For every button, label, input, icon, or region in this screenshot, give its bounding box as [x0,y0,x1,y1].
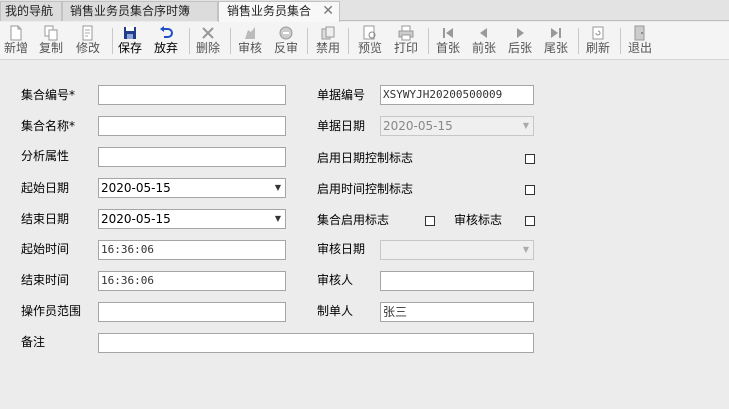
set-enable-flag-checkbox[interactable] [425,216,435,226]
audit-date-select: ▼ [380,240,534,260]
dropdown-arrow-icon[interactable]: ▼ [275,179,281,197]
doc-date-label: 单据日期 [317,119,366,133]
next-button[interactable]: 后张 [502,24,538,58]
new-document-icon [0,24,34,41]
doc-number-label: 单据编号 [317,88,366,102]
maker-label: 制单人 [317,304,354,318]
analysis-attribute-label: 分析属性 [21,149,70,163]
end-date-value: 2020-05-15 [101,212,171,226]
enable-time-control-label: 启用时间控制标志 [317,182,414,196]
maker-input[interactable]: 张三 [380,302,534,322]
tab-salesperson-set-list[interactable]: 销售业务员集合序时簿 [62,1,218,21]
remark-label: 备注 [21,335,46,349]
set-name-input[interactable] [98,116,286,136]
tab-label: 我的导航 [5,4,54,18]
prev-button[interactable]: 前张 [466,24,502,58]
delete-icon [190,24,226,41]
edit-icon [70,24,106,41]
set-enable-flag-label: 集合启用标志 [317,213,390,227]
dropdown-arrow-icon[interactable]: ▼ [275,210,281,228]
undo-icon [148,24,184,41]
start-time-input[interactable]: 16:36:06 [98,240,286,260]
last-record-icon [538,24,574,41]
preview-icon [352,24,388,41]
doc-number-input[interactable]: XSYWYJH20200500009 [380,85,534,105]
tab-label: 销售业务员集合序时簿 [70,4,191,18]
enable-date-control-checkbox[interactable] [525,154,535,164]
set-name-label: 集合名称* [21,119,76,133]
unaudit-icon [268,24,304,41]
set-code-input[interactable] [98,85,286,105]
start-date-select[interactable]: 2020-05-15 ▼ [98,178,286,198]
next-record-icon [502,24,538,41]
delete-button[interactable]: 删除 [190,24,226,58]
copy-icon [33,24,69,41]
refresh-button[interactable]: 刷新 [580,24,616,58]
audit-button[interactable]: 审核 [232,24,268,58]
tab-my-navigation[interactable]: 我的导航 [0,1,62,21]
tab-salesperson-set[interactable]: 销售业务员集合 ✕ [218,1,340,22]
new-button[interactable]: 新增 [0,24,34,58]
disable-icon [310,24,346,41]
toolbar-separator [348,28,349,54]
first-record-icon [430,24,466,41]
operator-range-label: 操作员范围 [21,304,82,318]
tab-label: 销售业务员集合 [227,4,312,18]
toolbar: 新增 复制 修改 保存 放弃 删除 审核 反审 禁用 预览 打印 首张 前张 后… [0,22,729,60]
copy-button[interactable]: 复制 [33,24,69,58]
doc-date-value: 2020-05-15 [383,119,453,133]
modify-button[interactable]: 修改 [70,24,106,58]
remark-input[interactable] [98,333,534,353]
end-date-select[interactable]: 2020-05-15 ▼ [98,209,286,229]
save-button[interactable]: 保存 [112,24,148,58]
previous-record-icon [466,24,502,41]
discard-button[interactable]: 放弃 [148,24,184,58]
enable-date-control-label: 启用日期控制标志 [317,151,414,165]
dropdown-arrow-icon: ▼ [522,245,529,254]
enable-time-control-checkbox[interactable] [525,185,535,195]
operator-range-input[interactable] [98,302,286,322]
last-button[interactable]: 尾张 [538,24,574,58]
dropdown-arrow-icon: ▼ [522,121,529,130]
doc-date-select: 2020-05-15 ▼ [380,116,534,136]
audit-date-label: 审核日期 [317,242,366,256]
first-button[interactable]: 首张 [430,24,466,58]
toolbar-separator [428,28,429,54]
tab-bar: 我的导航 销售业务员集合序时簿 销售业务员集合 ✕ [0,0,729,22]
exit-button[interactable]: 退出 [622,24,658,58]
close-icon[interactable]: ✕ [322,2,334,21]
refresh-icon [580,24,616,41]
audit-flag-label: 审核标志 [454,213,503,227]
start-date-value: 2020-05-15 [101,181,171,195]
toolbar-separator [578,28,579,54]
end-date-label: 结束日期 [21,212,70,226]
toolbar-separator [620,28,621,54]
audit-flag-checkbox[interactable] [525,216,535,226]
disable-button[interactable]: 禁用 [310,24,346,58]
exit-door-icon [622,24,658,41]
end-time-input[interactable]: 16:36:06 [98,271,286,291]
toolbar-separator [230,28,231,54]
toolbar-separator [307,28,308,54]
preview-button[interactable]: 预览 [352,24,388,58]
printer-icon [388,24,424,41]
auditor-input[interactable] [380,271,534,291]
audit-icon [232,24,268,41]
analysis-attribute-input[interactable] [98,147,286,167]
print-button[interactable]: 打印 [388,24,424,58]
save-icon [112,24,148,41]
unaudit-button[interactable]: 反审 [268,24,304,58]
auditor-label: 审核人 [317,273,354,287]
start-date-label: 起始日期 [21,181,70,195]
start-time-label: 起始时间 [21,242,70,256]
set-code-label: 集合编号* [21,88,76,102]
end-time-label: 结束时间 [21,273,70,287]
